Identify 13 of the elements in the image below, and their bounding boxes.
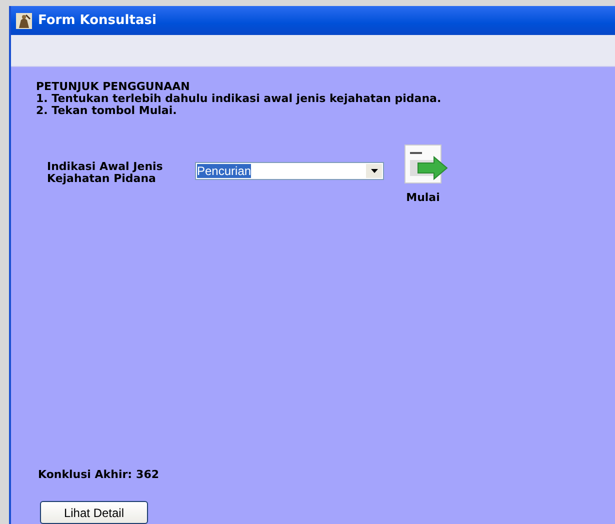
conclusion-label: Konklusi Akhir:	[38, 469, 132, 481]
crime-type-dropdown[interactable]: Pencurian	[195, 162, 384, 180]
instructions-heading: PETUNJUK PENGGUNAAN	[36, 81, 191, 93]
window-title: Form Konsultasi	[38, 13, 156, 28]
dropdown-value: Pencurian	[197, 164, 252, 178]
field-label: Indikasi Awal Jenis Kejahatan Pidana	[47, 161, 164, 185]
app-icon	[16, 12, 32, 28]
view-detail-button[interactable]: Lihat Detail	[40, 501, 148, 524]
conclusion-value: 362	[136, 469, 160, 481]
instruction-step: 2. Tekan tombol Mulai.	[36, 105, 615, 117]
start-label[interactable]: Mulai	[406, 192, 440, 204]
document-arrow-icon[interactable]	[404, 144, 448, 184]
instruction-step: 1. Tentukan terlebih dahulu indikasi awal jenis kejahatan pidana.	[36, 93, 615, 105]
